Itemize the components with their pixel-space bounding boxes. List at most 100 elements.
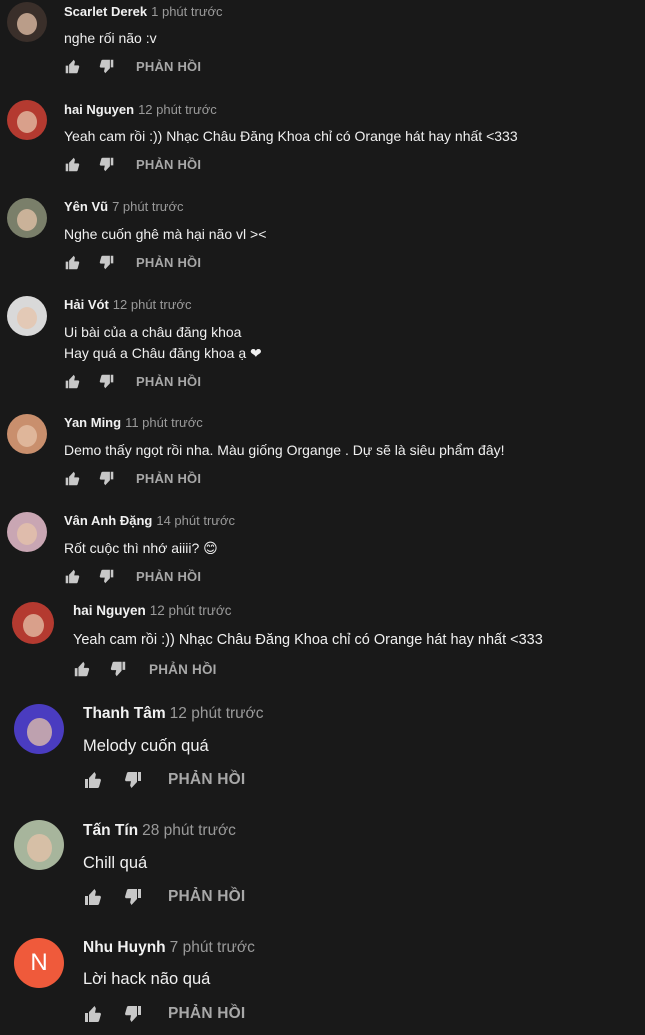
comment-timestamp[interactable]: 1 phút trước xyxy=(151,4,222,19)
avatar[interactable]: N xyxy=(14,938,64,988)
reply-button[interactable]: PHẢN HỒI xyxy=(136,157,201,172)
thumbs-down-icon[interactable] xyxy=(98,470,115,487)
thumbs-up-icon[interactable] xyxy=(64,568,81,585)
avatar-face xyxy=(22,613,44,637)
reply-button[interactable]: PHẢN HỒI xyxy=(136,374,201,389)
comment-text: Melody cuốn quá xyxy=(83,737,209,755)
comment-actions: PHẢN HỒI xyxy=(83,770,245,790)
thumbs-down-icon[interactable] xyxy=(109,660,127,678)
comment-timestamp[interactable]: 12 phút trước xyxy=(138,102,217,117)
author-name[interactable]: Nhu Huynh xyxy=(83,939,166,956)
reply-button[interactable]: PHẢN HỒI xyxy=(168,888,245,906)
comment-actions: PHẢN HỒI xyxy=(64,254,201,271)
comment-timestamp[interactable]: 7 phút trước xyxy=(112,199,183,214)
comment-text: Chill quá xyxy=(83,854,148,872)
thumbs-up-icon[interactable] xyxy=(64,470,81,487)
thumbs-down-icon[interactable] xyxy=(98,254,115,271)
comment-text: Demo thấy ngọt rồi nha. Màu giống Organg… xyxy=(64,442,505,458)
avatar-letter: N xyxy=(30,949,48,976)
thumbs-up-icon[interactable] xyxy=(64,373,81,390)
comment-text: Yeah cam rồi :)) Nhạc Châu Đăng Khoa chỉ… xyxy=(64,128,518,144)
avatar-face xyxy=(17,111,37,134)
reply-button[interactable]: PHẢN HỒI xyxy=(136,569,201,584)
reply-button[interactable]: PHẢN HỒI xyxy=(136,471,201,486)
comment-timestamp[interactable]: 7 phút trước xyxy=(170,939,255,956)
comment-author-line: Scarlet Derek 1 phút trước xyxy=(64,4,223,19)
comment-text: Nghe cuốn ghê mà hại não vl >< xyxy=(64,226,267,242)
thumbs-up-icon[interactable] xyxy=(83,1004,103,1024)
comment-timestamp[interactable]: 14 phút trước xyxy=(156,513,235,528)
thumbs-up-icon[interactable] xyxy=(83,887,103,907)
thumbs-down-icon[interactable] xyxy=(98,58,115,75)
thumbs-up-icon[interactable] xyxy=(83,770,103,790)
comment-actions: PHẢN HỒI xyxy=(64,568,201,585)
comment-text: nghe rối não :v xyxy=(64,30,157,46)
reply-button[interactable]: PHẢN HỒI xyxy=(136,255,201,270)
comment-actions: PHẢN HỒI xyxy=(64,58,201,75)
author-name[interactable]: hai Nguyen xyxy=(64,102,134,117)
avatar[interactable] xyxy=(7,414,47,454)
comment-author-line: hai Nguyen 12 phút trước xyxy=(73,603,231,618)
comment-author-line: Nhu Huynh 7 phút trước xyxy=(83,939,255,957)
thumbs-down-icon[interactable] xyxy=(98,156,115,173)
reply-button[interactable]: PHẢN HỒI xyxy=(168,1005,245,1023)
thumbs-up-icon[interactable] xyxy=(73,660,91,678)
comment-actions: PHẢN HỒI xyxy=(83,887,245,907)
thumbs-up-icon[interactable] xyxy=(64,254,81,271)
comment-text: Yeah cam rồi :)) Nhạc Châu Đăng Khoa chỉ… xyxy=(73,632,543,648)
comment-author-line: Thanh Tâm 12 phút trước xyxy=(83,705,263,723)
author-name[interactable]: Hải Vót xyxy=(64,297,109,312)
avatar-face xyxy=(26,834,52,862)
reply-button[interactable]: PHẢN HỒI xyxy=(168,771,245,789)
comment-text: Rốt cuộc thì nhớ aiiii? 😊 xyxy=(64,540,218,556)
comment-author-line: Vân Anh Đặng 14 phút trước xyxy=(64,513,235,528)
comment-author-line: Yên Vũ 7 phút trước xyxy=(64,199,184,214)
comment-author-line: Hải Vót 12 phút trước xyxy=(64,297,191,312)
thumbs-up-icon[interactable] xyxy=(64,58,81,75)
comment-timestamp[interactable]: 11 phút trước xyxy=(125,415,203,430)
avatar[interactable] xyxy=(12,602,54,644)
author-name[interactable]: hai Nguyen xyxy=(73,603,146,618)
author-name[interactable]: Scarlet Derek xyxy=(64,4,147,19)
comment-timestamp[interactable]: 12 phút trước xyxy=(113,297,192,312)
avatar[interactable] xyxy=(14,820,64,870)
comment-text: Lời hack não quá xyxy=(83,970,211,988)
thumbs-down-icon[interactable] xyxy=(123,770,143,790)
comment-actions: PHẢN HỒI xyxy=(64,373,201,390)
avatar[interactable] xyxy=(7,296,47,336)
avatar-face xyxy=(17,523,37,546)
thumbs-down-icon[interactable] xyxy=(123,887,143,907)
author-name[interactable]: Yan Ming xyxy=(64,415,121,430)
author-name[interactable]: Thanh Tâm xyxy=(83,705,166,722)
thumbs-down-icon[interactable] xyxy=(98,568,115,585)
comment-actions: PHẢN HỒI xyxy=(83,1004,245,1024)
comment-timestamp[interactable]: 12 phút trước xyxy=(170,705,264,722)
avatar-face xyxy=(26,718,52,746)
comment-actions: PHẢN HỒI xyxy=(64,470,201,487)
avatar-face xyxy=(17,425,37,448)
comment-timestamp[interactable]: 28 phút trước xyxy=(142,822,236,839)
avatar-face xyxy=(17,307,37,330)
reply-button[interactable]: PHẢN HỒI xyxy=(136,59,201,74)
thumbs-up-icon[interactable] xyxy=(64,156,81,173)
comment-actions: PHẢN HỒI xyxy=(73,660,217,678)
avatar[interactable] xyxy=(14,704,64,754)
reply-button[interactable]: PHẢN HỒI xyxy=(149,662,217,677)
comment-timestamp[interactable]: 12 phút trước xyxy=(150,603,232,618)
author-name[interactable]: Tấn Tín xyxy=(83,822,138,839)
author-name[interactable]: Vân Anh Đặng xyxy=(64,513,152,528)
author-name[interactable]: Yên Vũ xyxy=(64,199,108,214)
avatar[interactable] xyxy=(7,2,47,42)
avatar[interactable] xyxy=(7,198,47,238)
comment-author-line: Yan Ming 11 phút trước xyxy=(64,415,203,430)
comment-actions: PHẢN HỒI xyxy=(64,156,201,173)
avatar[interactable] xyxy=(7,512,47,552)
avatar-face xyxy=(17,209,37,232)
avatar[interactable] xyxy=(7,100,47,140)
comment-author-line: hai Nguyen 12 phút trước xyxy=(64,102,217,117)
comment-text: Ui bài của a châu đăng khoa Hay quá a Ch… xyxy=(64,324,262,362)
avatar-face xyxy=(17,13,37,36)
thumbs-down-icon[interactable] xyxy=(123,1004,143,1024)
comment-author-line: Tấn Tín 28 phút trước xyxy=(83,822,236,840)
thumbs-down-icon[interactable] xyxy=(98,373,115,390)
